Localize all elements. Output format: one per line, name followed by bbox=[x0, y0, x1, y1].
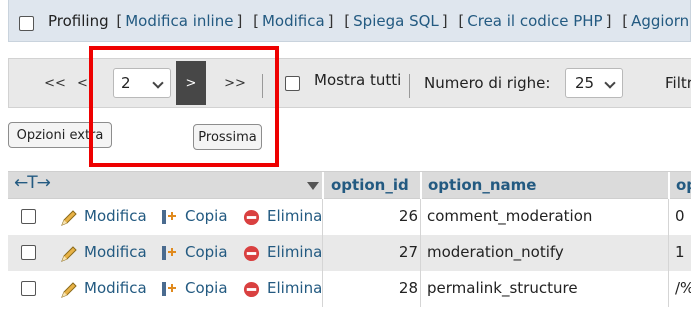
edit-link[interactable]: Modifica bbox=[84, 243, 147, 261]
column-divider bbox=[322, 271, 323, 307]
edit-link[interactable]: Modifica bbox=[84, 207, 147, 225]
aggiorna-link[interactable]: Aggiorna bbox=[631, 12, 690, 30]
column-divider bbox=[420, 235, 421, 271]
header-divider bbox=[420, 172, 422, 199]
show-all-label: Mostra tutti bbox=[314, 71, 402, 89]
cell-extra: 0 bbox=[675, 207, 685, 225]
header-extra[interactable]: op bbox=[676, 176, 691, 194]
column-divider bbox=[668, 199, 669, 235]
row-checkbox[interactable] bbox=[21, 245, 36, 260]
profiling-label: Profiling bbox=[48, 11, 109, 30]
cell-extra: /% bbox=[675, 279, 691, 297]
copy-icon bbox=[162, 210, 176, 224]
chevron-down-icon bbox=[604, 77, 616, 89]
delete-icon bbox=[243, 281, 260, 298]
column-divider bbox=[322, 199, 323, 235]
edit-link[interactable]: Modifica bbox=[84, 279, 147, 297]
cell-option-name: comment_moderation bbox=[427, 207, 593, 225]
cell-option-name: permalink_structure bbox=[427, 279, 578, 297]
column-divider bbox=[322, 235, 323, 271]
first-page-button[interactable]: << bbox=[39, 61, 71, 105]
rows-select-value: 25 bbox=[575, 74, 595, 92]
column-divider bbox=[668, 271, 669, 307]
profiling-checkbox[interactable] bbox=[19, 15, 34, 31]
copy-icon bbox=[162, 282, 176, 296]
delete-link[interactable]: Elimina bbox=[267, 279, 322, 297]
pencil-icon bbox=[61, 210, 77, 226]
modifica-link[interactable]: Modifica bbox=[262, 12, 325, 30]
delete-link[interactable]: Elimina bbox=[267, 243, 322, 261]
copy-icon bbox=[162, 246, 176, 260]
show-all-checkbox[interactable] bbox=[285, 76, 300, 91]
table-row: Modifica Copia Elimina 27 moderation_not… bbox=[8, 235, 691, 271]
cell-option-id: 27 bbox=[398, 243, 418, 261]
spiega-sql-link[interactable]: Spiega SQL bbox=[353, 12, 439, 30]
divider bbox=[409, 74, 410, 98]
table-row: Modifica Copia Elimina 26 comment_modera… bbox=[8, 199, 691, 235]
delete-link[interactable]: Elimina bbox=[267, 207, 322, 225]
cell-option-name: moderation_notify bbox=[427, 243, 564, 261]
column-divider bbox=[668, 235, 669, 271]
column-divider bbox=[420, 271, 421, 307]
header-divider bbox=[322, 172, 324, 199]
sort-arrow-icon[interactable] bbox=[307, 182, 319, 190]
modifica-inline-link[interactable]: Modifica inline bbox=[125, 12, 233, 30]
cell-option-id: 26 bbox=[398, 207, 418, 225]
copy-link[interactable]: Copia bbox=[185, 207, 228, 225]
filter-label: Filtra bbox=[665, 74, 691, 92]
delete-icon bbox=[243, 245, 260, 262]
rows-per-page-select[interactable]: 25 bbox=[565, 68, 623, 98]
copy-link[interactable]: Copia bbox=[185, 279, 228, 297]
row-checkbox[interactable] bbox=[21, 209, 36, 224]
table-row: Modifica Copia Elimina 28 permalink_stru… bbox=[8, 271, 691, 307]
delete-icon bbox=[243, 209, 260, 226]
column-divider bbox=[420, 199, 421, 235]
column-arrows-icon[interactable]: ←T→ bbox=[14, 173, 51, 193]
table-header: ←T→ option_id option_name op bbox=[8, 171, 691, 199]
rows-label: Numero di righe: bbox=[424, 74, 551, 92]
highlight-box bbox=[89, 46, 279, 167]
cell-extra: 1 bbox=[675, 243, 685, 261]
header-option-id[interactable]: option_id bbox=[331, 176, 409, 194]
row-checkbox[interactable] bbox=[21, 281, 36, 296]
pencil-icon bbox=[61, 282, 77, 298]
pencil-icon bbox=[61, 246, 77, 262]
profiling-bar: Profiling [Modifica inline] [Modifica] [… bbox=[8, 0, 691, 42]
header-option-name[interactable]: option_name bbox=[428, 176, 536, 194]
cell-option-id: 28 bbox=[398, 279, 418, 297]
copy-link[interactable]: Copia bbox=[185, 243, 228, 261]
header-divider bbox=[668, 172, 670, 199]
crea-codice-php-link[interactable]: Crea il codice PHP bbox=[467, 12, 602, 30]
